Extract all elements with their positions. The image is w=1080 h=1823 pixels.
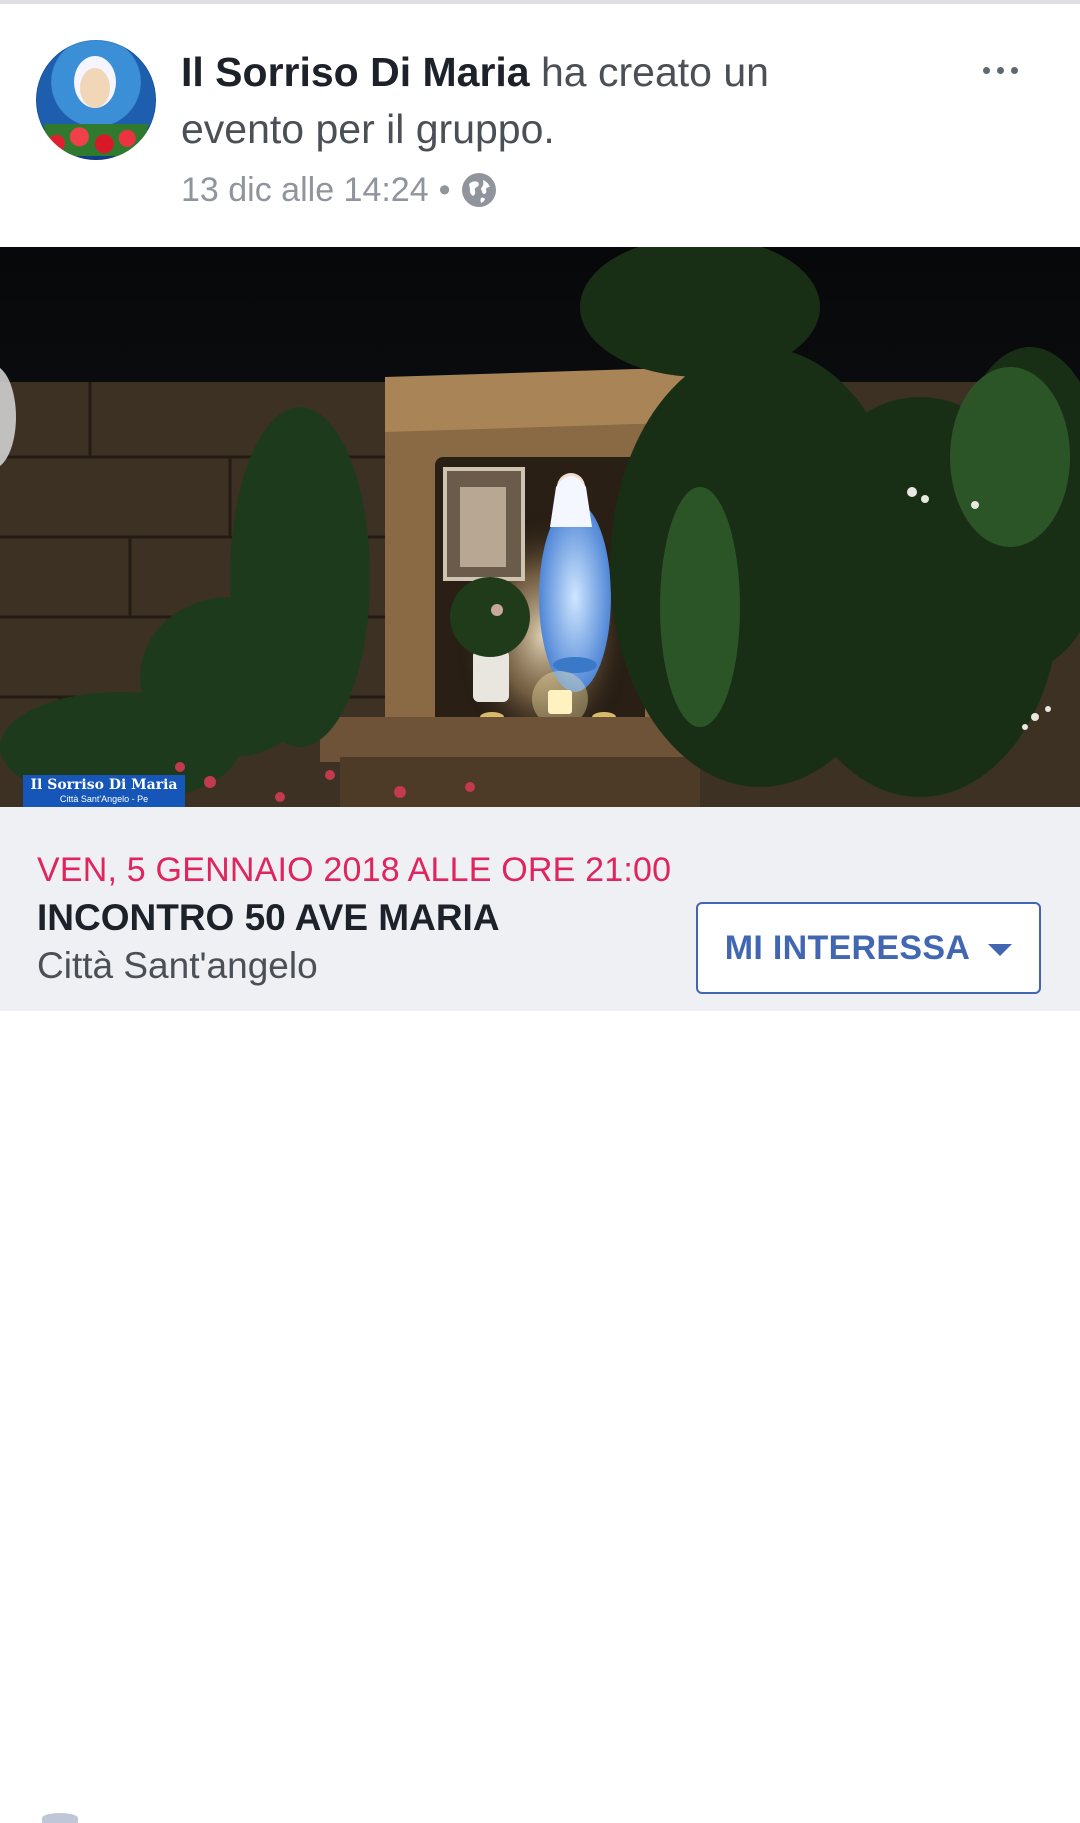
more-options-icon[interactable] bbox=[972, 48, 1028, 92]
shrine-photo-illustration bbox=[0, 247, 1080, 807]
dot bbox=[982, 66, 990, 74]
meta-separator: • bbox=[438, 170, 451, 209]
event-info[interactable]: VEN, 5 GENNAIO 2018 ALLE ORE 21:00 INCON… bbox=[0, 807, 1080, 1823]
post-timestamp[interactable]: 13 dic alle 14:24 bbox=[181, 171, 429, 210]
dot bbox=[996, 66, 1004, 74]
event-date: VEN, 5 GENNAIO 2018 ALLE ORE 21:00 bbox=[37, 851, 672, 889]
interested-button[interactable]: MI INTERESSA bbox=[696, 902, 1041, 994]
author-name[interactable]: Il Sorriso Di Maria bbox=[181, 49, 530, 95]
photo-watermark: Il Sorriso Di Maria Città Sant'Angelo - … bbox=[23, 775, 185, 807]
event-title[interactable]: INCONTRO 50 AVE MARIA bbox=[37, 896, 500, 940]
watermark-title: Il Sorriso Di Maria bbox=[30, 777, 178, 793]
watermark-subtitle: Città Sant'Angelo - Pe bbox=[59, 794, 149, 804]
avatar-figure bbox=[80, 68, 110, 108]
next-item-avatar-peek bbox=[42, 1813, 78, 1823]
group-avatar[interactable] bbox=[36, 40, 156, 160]
interested-button-label: MI INTERESSA bbox=[724, 928, 971, 967]
event-location: Città Sant'angelo bbox=[37, 945, 318, 986]
event-photo[interactable]: Il Sorriso Di Maria Città Sant'Angelo - … bbox=[0, 247, 1080, 807]
caret-down-icon bbox=[988, 944, 1013, 956]
post-meta: 13 dic alle 14:24 • bbox=[181, 167, 497, 213]
post-headline: Il Sorriso Di Maria ha creato un evento … bbox=[181, 44, 881, 158]
avatar-roses bbox=[44, 124, 148, 156]
globe-icon bbox=[461, 173, 496, 207]
dot bbox=[1010, 66, 1018, 74]
post-header: Il Sorriso Di Maria ha creato un evento … bbox=[0, 4, 1080, 247]
